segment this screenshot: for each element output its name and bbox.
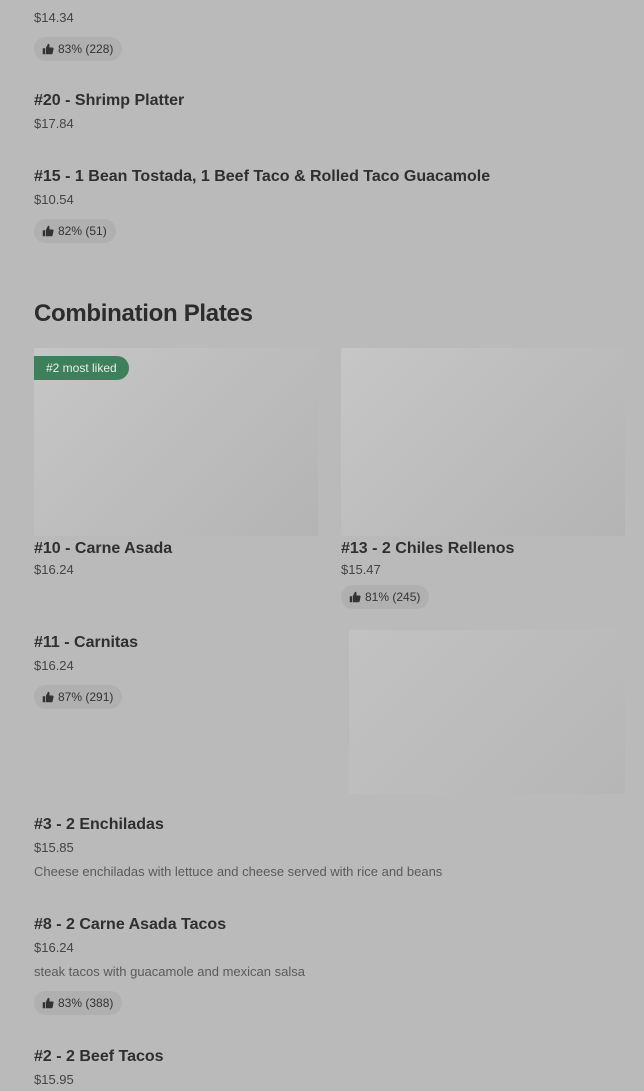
thumbs-up-icon (42, 691, 54, 703)
rating-pill: 87% (291) (34, 685, 123, 709)
item-price: $15.95 (34, 1072, 74, 1087)
item-title: #3 - 2 Enchiladas (34, 816, 164, 833)
thumbs-up-icon (349, 591, 361, 603)
item-description: steak tacos with guacamole and mexican s… (34, 964, 305, 979)
thumbs-up-icon (42, 43, 54, 55)
most-liked-badge: #2 most liked (34, 356, 129, 380)
section-title: Combination Plates (34, 300, 253, 327)
thumbs-up-icon (42, 225, 54, 237)
item-price: $17.84 (34, 116, 74, 131)
item-price: $16.24 (34, 562, 74, 577)
menu-page: $14.34 83% (228) #20 - Shrimp Platter $1… (0, 0, 644, 1091)
thumbs-up-icon (42, 997, 54, 1009)
menu-item[interactable]: #15 - 1 Bean Tostada, 1 Beef Taco & Roll… (34, 167, 490, 243)
menu-item[interactable]: #2 - 2 Beef Tacos $15.95 (34, 1047, 164, 1089)
menu-item[interactable]: #20 - Shrimp Platter $17.84 (34, 91, 184, 133)
rating-pill: 83% (228) (34, 37, 123, 61)
menu-item[interactable]: #3 - 2 Enchiladas $15.85 Cheese enchilad… (34, 815, 442, 881)
item-title: #15 - 1 Bean Tostada, 1 Beef Taco & Roll… (34, 168, 491, 185)
item-price: $10.54 (34, 192, 74, 207)
item-title: #11 - Carnitas (34, 634, 139, 651)
rating-text: 82% (51) (58, 224, 107, 238)
card-image[interactable] (341, 348, 625, 536)
item-price: $14.34 (34, 10, 74, 25)
item-price: $15.47 (341, 562, 381, 577)
rating-text: 83% (228) (58, 42, 114, 56)
item-title: #2 - 2 Beef Tacos (34, 1048, 164, 1065)
menu-item[interactable]: #8 - 2 Carne Asada Tacos $16.24 steak ta… (34, 915, 305, 1015)
menu-item-top[interactable]: $14.34 83% (228) (34, 9, 123, 61)
rating-text: 83% (388) (58, 996, 114, 1010)
item-image[interactable] (349, 630, 625, 794)
rating-pill: 81% (245) (341, 585, 430, 609)
rating-pill: 82% (51) (34, 219, 116, 243)
rating-text: 87% (291) (58, 690, 114, 704)
menu-item[interactable]: #11 - Carnitas $16.24 87% (291) (34, 633, 138, 709)
item-price: $16.24 (34, 940, 74, 955)
item-price: $15.85 (34, 840, 74, 855)
item-title: #10 - Carne Asada (34, 540, 173, 557)
card[interactable]: #13 - 2 Chiles Rellenos $15.47 81% (245) (341, 539, 514, 609)
item-price: $16.24 (34, 658, 74, 673)
card[interactable]: #10 - Carne Asada $16.24 (34, 539, 172, 579)
item-description: Cheese enchiladas with lettuce and chees… (34, 864, 443, 879)
item-title: #13 - 2 Chiles Rellenos (341, 540, 515, 557)
rating-text: 81% (245) (365, 590, 421, 604)
item-title: #8 - 2 Carne Asada Tacos (34, 916, 227, 933)
rating-pill: 83% (388) (34, 991, 123, 1015)
item-title: #20 - Shrimp Platter (34, 92, 185, 109)
